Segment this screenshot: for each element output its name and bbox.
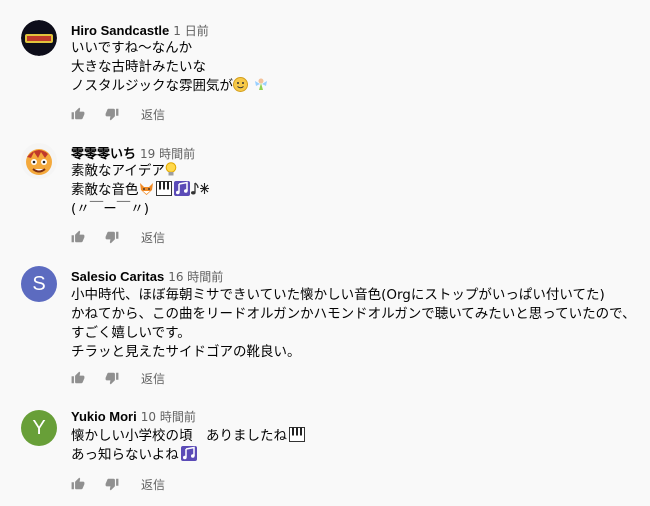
comment-line: 素敵な音色 [71,182,139,198]
reply-button[interactable]: 返信 [141,476,165,493]
comment-line: かねてから、この曲をリードオルガンかハモンドオルガンで聴いてみたいと思っていたの… [71,306,636,322]
avatar[interactable]: Y [21,410,57,446]
avatar[interactable] [21,20,57,56]
comment-text: 素敵なアイデア 素敵な音色 (〃￣ー￣〃) [71,162,210,219]
piano-keys-icon [155,181,172,196]
avatar-letter: Y [32,417,46,439]
reply-button[interactable]: 返信 [141,106,165,123]
avatar-letter: S [32,273,46,295]
fox-icon [139,183,153,195]
comment-line: 懐かしい小学校の頃 ありましたね [71,428,287,444]
thumbs-up-icon[interactable] [71,371,85,385]
comment-timestamp[interactable]: 10 時間前 [141,410,196,424]
comment-line: 大きな古時計みたいな [71,59,206,75]
thumbs-down-icon[interactable] [105,230,119,244]
comment-text: いいですね～なんか 大きな古時計みたいな ノスタルジックな雰囲気が [71,39,268,96]
author-name[interactable]: Yukio Mori [71,409,137,424]
comment-line: 小中時代、ほぼ毎朝ミサできいていた懐かしい音色(Orgにストップがいっぱい付いて… [71,287,605,303]
comment-timestamp[interactable]: 1 日前 [173,24,208,38]
reply-button[interactable]: 返信 [141,229,165,246]
piano-keys-icon [289,427,305,442]
comment-timestamp[interactable]: 16 時間前 [168,270,223,284]
author-name[interactable]: Hiro Sandcastle [71,23,169,38]
comment-line: 素敵なアイデア [71,163,165,179]
musical-notes-icon [180,446,197,461]
comment-text: 小中時代、ほぼ毎朝ミサできいていた懐かしい音色(Orgにストップがいっぱい付いて… [71,286,636,362]
thumbs-up-icon[interactable] [71,477,85,491]
sparkle-icon [199,183,209,194]
reply-button[interactable]: 返信 [141,370,165,387]
avatar[interactable] [21,143,57,179]
author-name[interactable]: Salesio Caritas [71,269,164,284]
thumbs-down-icon[interactable] [105,371,119,385]
thumbs-up-icon[interactable] [71,107,85,121]
comment-actions: 返信 [71,104,165,124]
author-name[interactable]: 零零零いち [71,146,136,161]
thumbs-down-icon[interactable] [105,107,119,121]
comment-text: 懐かしい小学校の頃 ありましたね あっ知らないよね [71,427,305,465]
smiling-face-icon [233,77,248,92]
thumbs-up-icon[interactable] [71,230,85,244]
comment-actions: 返信 [71,474,165,494]
comment-actions: 返信 [71,368,165,388]
comment-line: すごく嬉しいです。 [71,325,191,341]
avatar[interactable]: S [21,266,57,302]
fairy-icon [255,78,267,90]
comment-line: チラッと見えたサイドゴアの靴良い。 [71,344,301,360]
comment-line: ノスタルジックな雰囲気が [71,78,233,94]
musical-note-icon [190,182,199,195]
musical-notes-icon [173,181,190,196]
comment-line: (〃￣ー￣〃) [71,201,150,217]
comment-line-part: 懐かしい小学校の頃 ありましたね [71,428,287,444]
light-bulb-icon [165,162,177,176]
comment-line: いいですね～なんか [71,40,193,56]
comment-line: あっ知らないよね [71,447,179,463]
thumbs-down-icon[interactable] [105,477,119,491]
comment-timestamp[interactable]: 19 時間前 [140,147,195,161]
comment-actions: 返信 [71,227,165,247]
